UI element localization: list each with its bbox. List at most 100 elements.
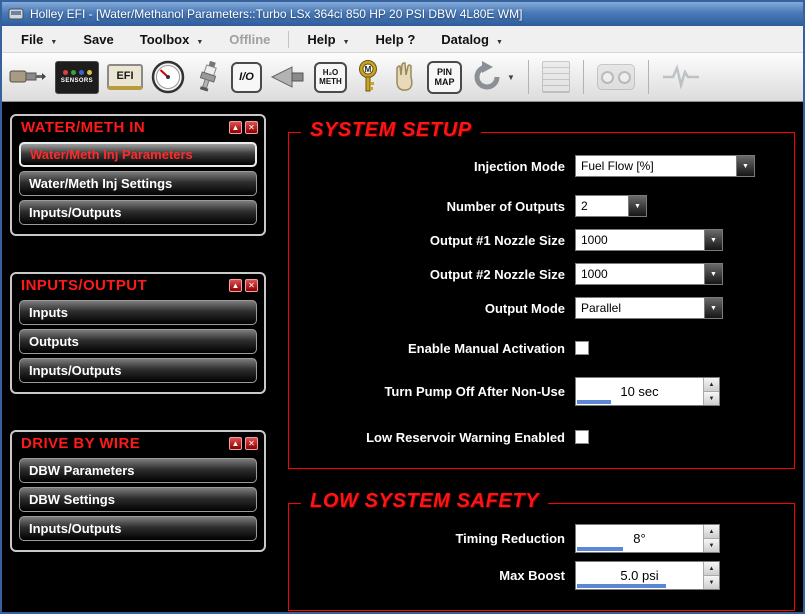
panel-water-meth-in-header: WATER/METH IN ▲ ✕ <box>12 116 264 138</box>
panel-close-button[interactable]: ✕ <box>245 121 258 134</box>
output1-nozzle-select[interactable]: 1000 <box>575 229 723 251</box>
panel-collapse-button[interactable]: ▲ <box>229 121 242 134</box>
fuel-filter-icon[interactable] <box>270 55 306 99</box>
injector-icon[interactable] <box>9 55 47 99</box>
output2-nozzle-label: Output #2 Nozzle Size <box>429 266 565 282</box>
menu-offline: Offline <box>216 28 283 51</box>
panel-drive-by-wire-title: DRIVE BY WIRE <box>21 435 141 452</box>
chevron-down-icon[interactable] <box>704 264 722 284</box>
sidebar-item-dbw-settings[interactable]: DBW Settings <box>19 487 257 512</box>
toolbar-separator <box>527 60 529 94</box>
spin-up-button[interactable] <box>704 525 719 539</box>
menu-separator <box>288 30 290 48</box>
sidebar-item-water-meth-inj-parameters[interactable]: Water/Meth Inj Parameters <box>19 142 257 167</box>
sparkplug-icon[interactable] <box>193 55 223 99</box>
value-position-indicator <box>577 547 623 551</box>
output2-nozzle-row: Output #2 Nozzle Size 1000 <box>289 261 794 287</box>
injection-mode-value: Fuel Flow [%] <box>581 159 654 173</box>
pump-off-delay-input[interactable]: 10 sec <box>575 377 720 406</box>
io-icon[interactable]: I/O <box>231 55 262 99</box>
sidebar: WATER/METH IN ▲ ✕ Water/Meth Inj Paramet… <box>2 102 270 612</box>
chevron-down-icon[interactable] <box>628 196 646 216</box>
low-system-safety-title: LOW SYSTEM SAFETY <box>301 490 549 513</box>
pin-map-icon[interactable]: PIN MAP <box>427 55 462 99</box>
pump-off-row: Turn Pump Off After Non-Use 10 sec <box>289 377 794 406</box>
window-title: Holley EFI - [Water/Methanol Parameters:… <box>30 7 523 21</box>
spin-down-button[interactable] <box>704 392 719 405</box>
toolbar-separator <box>582 60 584 94</box>
toolbar-separator <box>647 60 649 94</box>
menu-toolbox[interactable]: Toolbox <box>127 28 217 51</box>
value-position-indicator <box>577 584 666 588</box>
menu-save-label: Save <box>83 31 114 47</box>
menu-offline-label: Offline <box>229 31 271 47</box>
sensors-icon-label: SENSORS <box>60 78 94 84</box>
low-reservoir-warning-checkbox[interactable] <box>575 430 589 444</box>
spin-up-button[interactable] <box>704 562 719 576</box>
panel-drive-by-wire: DRIVE BY WIRE ▲ ✕ DBW Parameters DBW Set… <box>10 430 266 552</box>
injection-mode-select[interactable]: Fuel Flow [%] <box>575 155 755 177</box>
panel-collapse-button[interactable]: ▲ <box>229 279 242 292</box>
sidebar-item-dbw-parameters[interactable]: DBW Parameters <box>19 458 257 483</box>
chevron-down-icon[interactable] <box>736 156 754 176</box>
panel-close-button[interactable]: ✕ <box>245 437 258 450</box>
app-icon[interactable] <box>8 6 24 22</box>
sidebar-item-water-meth-inj-settings[interactable]: Water/Meth Inj Settings <box>19 171 257 196</box>
dashboard-icon <box>596 55 635 99</box>
menu-save[interactable]: Save <box>70 28 126 51</box>
panel-inputs-output-title: INPUTS/OUTPUT <box>21 277 148 294</box>
injection-mode-row: Injection Mode Fuel Flow [%] <box>289 153 794 179</box>
chevron-down-icon[interactable] <box>704 298 722 318</box>
menu-file[interactable]: File <box>8 28 70 51</box>
pin-map-icon-label-1: PIN <box>436 67 452 77</box>
gauge-icon[interactable] <box>151 55 185 99</box>
efi-icon[interactable]: EFI <box>107 55 143 99</box>
titlebar[interactable]: Holley EFI - [Water/Methanol Parameters:… <box>2 2 803 26</box>
panel-inputs-output-header: INPUTS/OUTPUT ▲ ✕ <box>12 274 264 296</box>
toolbar: SENSORS EFI I/O H₂O METH M PIN MAP ▼ <box>2 53 803 102</box>
spin-up-button[interactable] <box>704 378 719 392</box>
water-meth-icon[interactable]: H₂O METH <box>314 55 347 99</box>
sidebar-item-inputs[interactable]: Inputs <box>19 300 257 325</box>
timing-reduction-input[interactable]: 8° <box>575 524 720 553</box>
sync-dropdown-caret-icon[interactable]: ▼ <box>507 73 515 82</box>
number-of-outputs-select[interactable]: 2 <box>575 195 647 217</box>
output2-nozzle-select[interactable]: 1000 <box>575 263 723 285</box>
output-mode-value: Parallel <box>581 301 622 315</box>
sidebar-item-io-inputs-outputs[interactable]: Inputs/Outputs <box>19 358 257 383</box>
pulse-icon <box>662 55 700 99</box>
chevron-down-icon[interactable] <box>704 230 722 250</box>
ignition-key-icon[interactable]: M <box>355 55 381 99</box>
low-system-safety-section: LOW SYSTEM SAFETY Timing Reduction 8° Ma… <box>288 490 795 611</box>
sidebar-item-outputs[interactable]: Outputs <box>19 329 257 354</box>
output-mode-row: Output Mode Parallel <box>289 295 794 321</box>
sensors-icon[interactable]: SENSORS <box>55 55 99 99</box>
panel-close-button[interactable]: ✕ <box>245 279 258 292</box>
enable-manual-activation-checkbox[interactable] <box>575 341 589 355</box>
low-reservoir-row: Low Reservoir Warning Enabled <box>289 424 794 450</box>
sidebar-item-dbw-inputs-outputs[interactable]: Inputs/Outputs <box>19 516 257 541</box>
chevron-down-icon <box>196 32 203 47</box>
menu-help[interactable]: Help <box>294 28 362 51</box>
water-meth-icon-label-1: H₂O <box>322 68 339 77</box>
spin-down-button[interactable] <box>704 539 719 552</box>
system-setup-section: SYSTEM SETUP Injection Mode Fuel Flow [%… <box>288 119 795 469</box>
number-of-outputs-row: Number of Outputs 2 <box>289 193 794 219</box>
manual-activation-label: Enable Manual Activation <box>408 340 565 356</box>
max-boost-input[interactable]: 5.0 psi <box>575 561 720 590</box>
main-panel: SYSTEM SETUP Injection Mode Fuel Flow [%… <box>270 102 803 612</box>
value-position-indicator <box>577 400 612 404</box>
menu-help-question-label: Help ? <box>375 31 416 47</box>
spin-down-button[interactable] <box>704 576 719 589</box>
panel-drive-by-wire-header: DRIVE BY WIRE ▲ ✕ <box>12 432 264 454</box>
panel-water-meth-in-title: WATER/METH IN <box>21 119 146 136</box>
sidebar-item-water-meth-inputs-outputs[interactable]: Inputs/Outputs <box>19 200 257 225</box>
sync-icon[interactable]: ▼ <box>470 55 515 99</box>
hand-tool-icon[interactable] <box>389 55 419 99</box>
menu-help-question[interactable]: Help ? <box>363 28 429 51</box>
panel-collapse-button[interactable]: ▲ <box>229 437 242 450</box>
panel-inputs-output: INPUTS/OUTPUT ▲ ✕ Inputs Outputs Inputs/… <box>10 272 266 394</box>
output-mode-select[interactable]: Parallel <box>575 297 723 319</box>
system-setup-title: SYSTEM SETUP <box>301 119 481 142</box>
menu-datalog[interactable]: Datalog <box>428 28 516 51</box>
